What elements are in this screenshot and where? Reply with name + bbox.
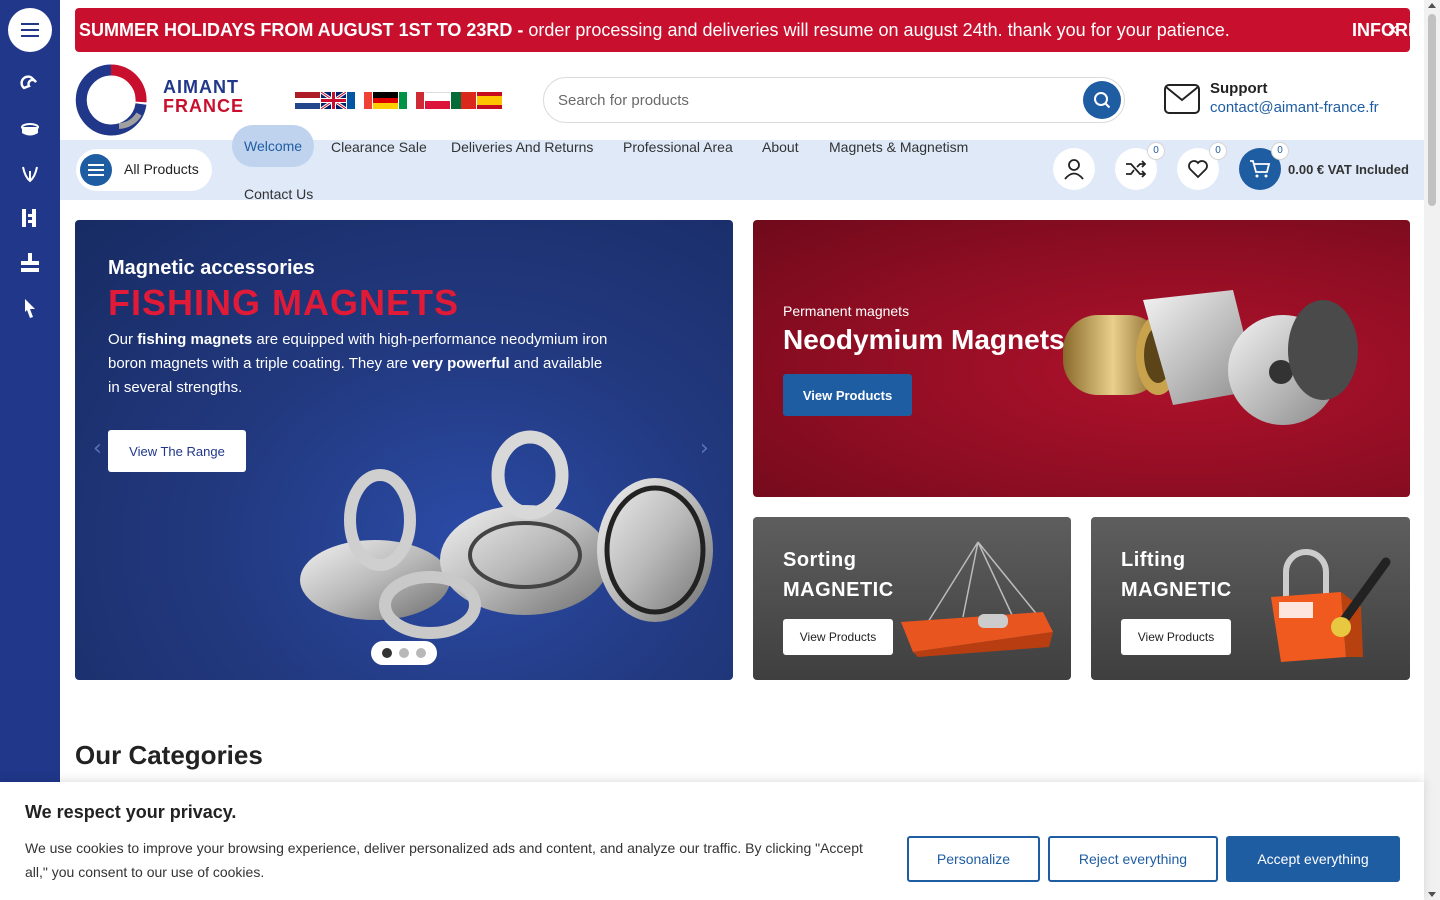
sidebar-fishing-hook-icon[interactable]	[18, 162, 42, 186]
heart-icon	[1188, 160, 1208, 179]
cookie-accept-button[interactable]: Accept everything	[1226, 836, 1400, 882]
nav-link-welcome[interactable]: Welcome	[232, 125, 315, 167]
sidebar-lifting-icon[interactable]	[18, 251, 42, 275]
hero-title: FISHING MAGNETS	[108, 282, 460, 323]
language-selector	[295, 92, 502, 110]
search-icon	[1094, 92, 1111, 109]
wishlist-button[interactable]: 0	[1177, 142, 1227, 190]
user-icon	[1064, 159, 1084, 180]
announcement-text: SUMMER HOLIDAYS FROM AUGUST 1ST TO 23RD …	[79, 20, 1230, 40]
lifting-magnetic-banner: Lifting MAGNETIC View Products	[1091, 517, 1410, 680]
support-label: Support	[1210, 80, 1268, 97]
neodymium-magnets-image	[1063, 290, 1358, 425]
nav-link-clearance-sale[interactable]: Clearance Sale	[331, 139, 427, 155]
cookie-title: We respect your privacy.	[25, 802, 237, 822]
cookie-text: We use cookies to improve your browsing …	[25, 840, 863, 880]
flag-germany-icon[interactable]	[373, 92, 398, 110]
flag-france-icon[interactable]	[347, 92, 372, 109]
flag-portugal-icon[interactable]	[451, 92, 476, 109]
flag-poland-icon[interactable]	[425, 92, 450, 109]
search-bar	[543, 77, 1125, 123]
wishlist-count-badge: 0	[1209, 142, 1227, 160]
slider-dot-1[interactable]	[382, 648, 392, 658]
neodymium-title: Neodymium Magnets	[783, 324, 1065, 355]
neodymium-magnets-banner: Permanent magnets Neodymium Magnets View…	[753, 220, 1410, 497]
categories-title: Our Categories	[75, 740, 263, 770]
flag-netherlands-icon[interactable]	[295, 92, 320, 110]
search-input[interactable]	[558, 78, 1078, 122]
neodymium-view-products-button[interactable]: View Products	[783, 374, 912, 416]
slider-prev-arrow-icon[interactable]: ‹	[93, 436, 102, 461]
sorting-title: Sorting MAGNETIC	[783, 549, 894, 601]
nav-link-magnets-and-magnetism[interactable]: Magnets & Magnetism	[829, 139, 968, 155]
announcement-close-button[interactable]: ×	[1387, 8, 1398, 52]
nav-link-contact-us[interactable]: Contact Us	[244, 186, 313, 202]
lifting-view-products-button[interactable]: View Products	[1121, 619, 1231, 655]
nav-link-deliveries-and-returns[interactable]: Deliveries And Returns	[451, 139, 593, 155]
envelope-icon	[1164, 84, 1200, 114]
sidebar-tool-icon[interactable]	[18, 296, 42, 320]
flag-spain-icon[interactable]	[477, 92, 502, 109]
hamburger-icon	[21, 23, 39, 37]
cart-count-badge: 0	[1271, 142, 1289, 160]
scroll-down-arrow-icon[interactable]	[1428, 892, 1436, 897]
sorting-view-products-button[interactable]: View Products	[783, 619, 893, 655]
hamburger-menu-button[interactable]	[8, 8, 52, 52]
sidebar-magnet-icon[interactable]	[18, 72, 42, 96]
site-logo[interactable]: AIMANT FRANCE	[75, 64, 265, 136]
lifting-title: Lifting MAGNETIC	[1121, 549, 1232, 601]
announcement-bar: SUMMER HOLIDAYS FROM AUGUST 1ST TO 23RD …	[75, 8, 1410, 52]
cart-total[interactable]: 0.00 € VAT Included	[1288, 162, 1409, 177]
cart-icon	[1250, 160, 1271, 178]
hero-description: Our fishing magnets are equipped with hi…	[108, 331, 608, 396]
left-category-sidebar	[0, 0, 60, 900]
hero-slider: Magnetic accessories FISHING MAGNETS Our…	[75, 220, 733, 680]
cookie-personalize-button[interactable]: Personalize	[907, 836, 1040, 882]
cookie-consent-banner: We respect your privacy. We use cookies …	[0, 782, 1424, 900]
slider-next-arrow-icon[interactable]: ›	[700, 436, 709, 461]
logo-text: AIMANT FRANCE	[163, 77, 244, 116]
sidebar-strip-magnet-icon[interactable]	[18, 206, 42, 230]
shuffle-icon	[1126, 160, 1147, 178]
view-the-range-button[interactable]: View The Range	[108, 430, 246, 472]
support-contact: Support contact@aimant-france.fr	[1164, 80, 1404, 124]
all-products-label: All Products	[124, 161, 199, 177]
cart-button[interactable]: 0	[1239, 142, 1289, 190]
page-scrollbar[interactable]	[1424, 0, 1440, 900]
nav-link-professional-area[interactable]: Professional Area	[623, 139, 733, 155]
all-products-menu-icon	[80, 154, 112, 186]
support-email-link[interactable]: contact@aimant-france.fr	[1210, 99, 1379, 116]
announcement-next-text: INFORI	[1352, 20, 1410, 40]
hero-subtitle: Magnetic accessories	[108, 257, 315, 279]
search-button[interactable]	[1083, 81, 1121, 119]
all-products-button[interactable]: All Products	[76, 149, 212, 191]
compare-count-badge: 0	[1147, 142, 1165, 160]
logo-mark-icon	[75, 64, 147, 136]
flag-united-kingdom-icon[interactable]	[321, 92, 346, 109]
neodymium-subtitle: Permanent magnets	[783, 303, 910, 319]
sidebar-disc-magnet-icon[interactable]	[18, 117, 42, 141]
nav-link-about[interactable]: About	[762, 139, 799, 155]
slider-dot-3[interactable]	[416, 648, 426, 658]
flag-italy-icon[interactable]	[399, 92, 424, 109]
scroll-thumb[interactable]	[1428, 14, 1436, 206]
sorting-magnetic-banner: Sorting MAGNETIC View Products	[753, 517, 1071, 680]
cookie-reject-button[interactable]: Reject everything	[1048, 836, 1218, 882]
compare-button[interactable]: 0	[1115, 142, 1165, 190]
slider-pagination	[371, 641, 437, 665]
slider-dot-2[interactable]	[399, 648, 409, 658]
scroll-up-arrow-icon[interactable]	[1428, 3, 1436, 8]
account-button[interactable]	[1053, 148, 1095, 190]
